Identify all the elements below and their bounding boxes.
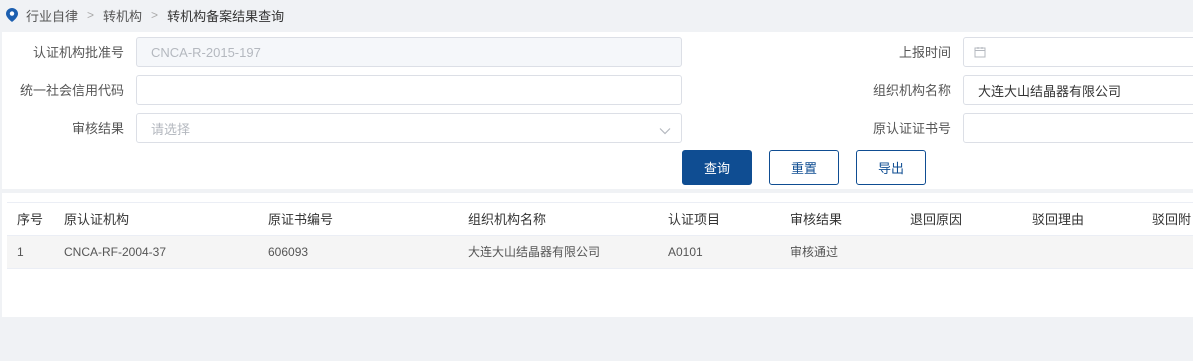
cell-cert-item: A0101 [668,245,703,259]
column-header-original-cert-no: 原证书编号 [268,212,334,227]
review-result-select[interactable]: 请选择 [136,113,682,143]
cell-index: 1 [17,245,24,259]
query-button[interactable]: 查询 [682,150,752,185]
credit-code-label: 统一社会信用代码 [19,83,124,98]
org-name-value: 大连大山结晶器有限公司 [978,83,1122,99]
table-row[interactable]: 1 CNCA-RF-2004-37 606093 大连大山结晶器有限公司 A01… [7,236,1193,269]
chevron-down-icon [659,123,671,135]
column-header-cert-item: 认证项目 [668,212,721,227]
breadcrumb: 行业自律 > 转机构 > 转机构备案结果查询 [0,0,1193,30]
cell-original-org: CNCA-RF-2004-37 [64,245,167,259]
chevron-right-icon: > [151,8,159,22]
review-result-placeholder: 请选择 [151,121,191,137]
column-header-return-reason: 退回原因 [910,212,963,227]
cell-review-result: 审核通过 [790,245,839,259]
breadcrumb-item-transfer[interactable]: 转机构 [103,6,142,25]
column-header-review-result: 审核结果 [790,212,843,227]
approval-no-input: CNCA-R-2015-197 [136,37,682,67]
reset-button[interactable]: 重置 [769,150,839,185]
export-button[interactable]: 导出 [856,150,926,185]
column-header-reject-attachment: 驳回附 [1152,212,1192,227]
credit-code-input[interactable] [136,75,682,105]
org-name-label: 组织机构名称 [872,83,951,98]
search-form: 认证机构批准号 CNCA-R-2015-197 上报时间 统一社会信用代码 组织… [2,32,1193,189]
table-header: 序号 原认证机构 原证书编号 组织机构名称 认证项目 审核结果 退回原因 驳回理… [7,202,1193,236]
report-time-picker[interactable] [963,37,1193,67]
column-header-org-name: 组织机构名称 [468,212,547,227]
breadcrumb-item-industry[interactable]: 行业自律 [26,6,78,25]
page-background [0,317,1193,361]
column-header-index: 序号 [17,212,44,227]
cell-original-cert-no: 606093 [268,245,309,259]
results-table: 序号 原认证机构 原证书编号 组织机构名称 认证项目 审核结果 退回原因 驳回理… [2,193,1193,317]
original-cert-no-input[interactable] [963,113,1193,143]
calendar-icon [974,46,986,58]
approval-no-label: 认证机构批准号 [32,45,124,60]
approval-no-value: CNCA-R-2015-197 [151,44,261,60]
cell-org-name: 大连大山结晶器有限公司 [468,245,601,259]
report-time-label: 上报时间 [898,45,951,60]
review-result-label: 审核结果 [71,121,124,136]
org-name-input[interactable]: 大连大山结晶器有限公司 [963,75,1193,105]
breadcrumb-item-current: 转机构备案结果查询 [167,8,285,24]
location-pin-icon [6,8,18,22]
column-header-reject-reason: 驳回理由 [1032,212,1085,227]
chevron-right-icon: > [87,8,95,22]
original-cert-no-label: 原认证证书号 [872,121,951,136]
column-header-original-org: 原认证机构 [64,212,130,227]
